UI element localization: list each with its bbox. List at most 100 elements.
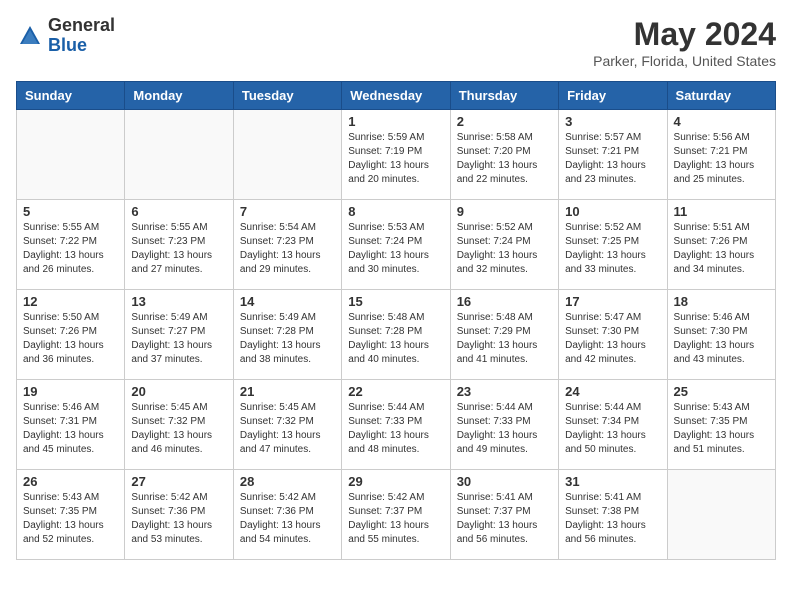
day-number: 18 xyxy=(674,294,769,309)
calendar-cell: 9Sunrise: 5:52 AM Sunset: 7:24 PM Daylig… xyxy=(450,200,558,290)
day-info: Sunrise: 5:55 AM Sunset: 7:23 PM Dayligh… xyxy=(131,221,226,277)
day-number: 4 xyxy=(674,114,769,129)
day-info: Sunrise: 5:49 AM Sunset: 7:28 PM Dayligh… xyxy=(240,311,335,367)
weekday-header-row: SundayMondayTuesdayWednesdayThursdayFrid… xyxy=(17,82,776,110)
calendar-cell: 21 Sunrise: 5:45 AM Sunset: 7:32 PM Dayli… xyxy=(233,380,341,470)
week-row-2: 12 Sunrise: 5:50 AM Sunset: 7:26 PM Dayli… xyxy=(17,290,776,380)
week-row-3: 19 Sunrise: 5:46 AM Sunset: 7:31 PM Dayli… xyxy=(17,380,776,470)
day-info: Sunrise: 5:58 AM Sunset: 7:20 PM Dayligh… xyxy=(457,131,552,187)
calendar-cell: 2 Sunrise: 5:58 AM Sunset: 7:20 PM Daylig… xyxy=(450,110,558,200)
day-info: Sunrise: 5:43 AM Sunset: 7:35 PM Dayligh… xyxy=(674,401,769,457)
location-text: Parker, Florida, United States xyxy=(593,53,776,69)
day-number: 20 xyxy=(131,384,226,399)
day-number: 13 xyxy=(131,294,226,309)
weekday-header-thursday: Thursday xyxy=(450,82,558,110)
day-info: Sunrise: 5:42 AM Sunset: 7:37 PM Dayligh… xyxy=(348,491,443,547)
day-info: Sunrise: 5:44 AM Sunset: 7:34 PM Dayligh… xyxy=(565,401,660,457)
day-number: 26 xyxy=(23,474,118,489)
calendar-cell: 27Sunrise: 5:42 AM Sunset: 7:36 PM Dayli… xyxy=(125,470,233,560)
day-info: Sunrise: 5:52 AM Sunset: 7:25 PM Dayligh… xyxy=(565,221,660,277)
day-number: 23 xyxy=(457,384,552,399)
calendar-cell: 18 Sunrise: 5:46 AM Sunset: 7:30 PM Dayli… xyxy=(667,290,775,380)
day-number: 2 xyxy=(457,114,552,129)
day-number: 7 xyxy=(240,204,335,219)
weekday-header-tuesday: Tuesday xyxy=(233,82,341,110)
day-info: Sunrise: 5:41 AM Sunset: 7:38 PM Dayligh… xyxy=(565,491,660,547)
calendar-cell xyxy=(667,470,775,560)
calendar-cell: 22Sunrise: 5:44 AM Sunset: 7:33 PM Dayli… xyxy=(342,380,450,470)
calendar-cell: 7 Sunrise: 5:54 AM Sunset: 7:23 PM Daylig… xyxy=(233,200,341,290)
calendar-cell: 19 Sunrise: 5:46 AM Sunset: 7:31 PM Dayli… xyxy=(17,380,125,470)
day-info: Sunrise: 5:57 AM Sunset: 7:21 PM Dayligh… xyxy=(565,131,660,187)
day-info: Sunrise: 5:53 AM Sunset: 7:24 PM Dayligh… xyxy=(348,221,443,277)
day-info: Sunrise: 5:55 AM Sunset: 7:22 PM Dayligh… xyxy=(23,221,118,277)
calendar-cell: 31 Sunrise: 5:41 AM Sunset: 7:38 PM Dayli… xyxy=(559,470,667,560)
day-info: Sunrise: 5:46 AM Sunset: 7:31 PM Dayligh… xyxy=(23,401,118,457)
day-info: Sunrise: 5:48 AM Sunset: 7:29 PM Dayligh… xyxy=(457,311,552,367)
calendar-cell: 8 Sunrise: 5:53 AM Sunset: 7:24 PM Daylig… xyxy=(342,200,450,290)
calendar-cell: 24 Sunrise: 5:44 AM Sunset: 7:34 PM Dayli… xyxy=(559,380,667,470)
day-number: 19 xyxy=(23,384,118,399)
calendar-cell: 28Sunrise: 5:42 AM Sunset: 7:36 PM Dayli… xyxy=(233,470,341,560)
day-info: Sunrise: 5:43 AM Sunset: 7:35 PM Dayligh… xyxy=(23,491,118,547)
day-info: Sunrise: 5:54 AM Sunset: 7:23 PM Dayligh… xyxy=(240,221,335,277)
day-number: 17 xyxy=(565,294,660,309)
day-info: Sunrise: 5:46 AM Sunset: 7:30 PM Dayligh… xyxy=(674,311,769,367)
day-number: 29 xyxy=(348,474,443,489)
calendar-cell xyxy=(125,110,233,200)
calendar-cell: 6 Sunrise: 5:55 AM Sunset: 7:23 PM Daylig… xyxy=(125,200,233,290)
day-number: 25 xyxy=(674,384,769,399)
day-number: 12 xyxy=(23,294,118,309)
weekday-header-friday: Friday xyxy=(559,82,667,110)
calendar-cell: 30 Sunrise: 5:41 AM Sunset: 7:37 PM Dayli… xyxy=(450,470,558,560)
day-number: 11 xyxy=(674,204,769,219)
calendar-cell: 17Sunrise: 5:47 AM Sunset: 7:30 PM Dayli… xyxy=(559,290,667,380)
day-info: Sunrise: 5:44 AM Sunset: 7:33 PM Dayligh… xyxy=(457,401,552,457)
calendar-cell xyxy=(233,110,341,200)
day-info: Sunrise: 5:44 AM Sunset: 7:33 PM Dayligh… xyxy=(348,401,443,457)
day-info: Sunrise: 5:45 AM Sunset: 7:32 PM Dayligh… xyxy=(131,401,226,457)
day-number: 31 xyxy=(565,474,660,489)
day-number: 14 xyxy=(240,294,335,309)
logo: General Blue xyxy=(16,16,115,56)
calendar-cell: 4 Sunrise: 5:56 AM Sunset: 7:21 PM Daylig… xyxy=(667,110,775,200)
month-title: May 2024 xyxy=(593,16,776,53)
calendar-cell: 29 Sunrise: 5:42 AM Sunset: 7:37 PM Dayli… xyxy=(342,470,450,560)
day-info: Sunrise: 5:42 AM Sunset: 7:36 PM Dayligh… xyxy=(240,491,335,547)
day-info: Sunrise: 5:42 AM Sunset: 7:36 PM Dayligh… xyxy=(131,491,226,547)
weekday-header-wednesday: Wednesday xyxy=(342,82,450,110)
logo-icon xyxy=(16,22,44,50)
weekday-header-sunday: Sunday xyxy=(17,82,125,110)
week-row-1: 5 Sunrise: 5:55 AM Sunset: 7:22 PM Daylig… xyxy=(17,200,776,290)
calendar-cell: 14 Sunrise: 5:49 AM Sunset: 7:28 PM Dayli… xyxy=(233,290,341,380)
day-number: 5 xyxy=(23,204,118,219)
calendar-cell: 25 Sunrise: 5:43 AM Sunset: 7:35 PM Dayli… xyxy=(667,380,775,470)
calendar-cell: 3 Sunrise: 5:57 AM Sunset: 7:21 PM Daylig… xyxy=(559,110,667,200)
day-number: 24 xyxy=(565,384,660,399)
day-number: 3 xyxy=(565,114,660,129)
day-number: 21 xyxy=(240,384,335,399)
calendar-cell: 11 Sunrise: 5:51 AM Sunset: 7:26 PM Dayli… xyxy=(667,200,775,290)
day-info: Sunrise: 5:59 AM Sunset: 7:19 PM Dayligh… xyxy=(348,131,443,187)
day-number: 1 xyxy=(348,114,443,129)
day-info: Sunrise: 5:50 AM Sunset: 7:26 PM Dayligh… xyxy=(23,311,118,367)
calendar-cell: 26 Sunrise: 5:43 AM Sunset: 7:35 PM Dayli… xyxy=(17,470,125,560)
calendar-cell xyxy=(17,110,125,200)
calendar-cell: 10Sunrise: 5:52 AM Sunset: 7:25 PM Dayli… xyxy=(559,200,667,290)
day-info: Sunrise: 5:49 AM Sunset: 7:27 PM Dayligh… xyxy=(131,311,226,367)
day-info: Sunrise: 5:51 AM Sunset: 7:26 PM Dayligh… xyxy=(674,221,769,277)
calendar-table: SundayMondayTuesdayWednesdayThursdayFrid… xyxy=(16,81,776,560)
day-number: 30 xyxy=(457,474,552,489)
title-block: May 2024 Parker, Florida, United States xyxy=(593,16,776,69)
day-info: Sunrise: 5:41 AM Sunset: 7:37 PM Dayligh… xyxy=(457,491,552,547)
page-header: General Blue May 2024 Parker, Florida, U… xyxy=(16,16,776,69)
day-number: 6 xyxy=(131,204,226,219)
day-info: Sunrise: 5:56 AM Sunset: 7:21 PM Dayligh… xyxy=(674,131,769,187)
day-number: 16 xyxy=(457,294,552,309)
calendar-cell: 23 Sunrise: 5:44 AM Sunset: 7:33 PM Dayli… xyxy=(450,380,558,470)
day-info: Sunrise: 5:52 AM Sunset: 7:24 PM Dayligh… xyxy=(457,221,552,277)
calendar-cell: 15Sunrise: 5:48 AM Sunset: 7:28 PM Dayli… xyxy=(342,290,450,380)
day-info: Sunrise: 5:45 AM Sunset: 7:32 PM Dayligh… xyxy=(240,401,335,457)
calendar-cell: 1 Sunrise: 5:59 AM Sunset: 7:19 PM Daylig… xyxy=(342,110,450,200)
day-number: 8 xyxy=(348,204,443,219)
